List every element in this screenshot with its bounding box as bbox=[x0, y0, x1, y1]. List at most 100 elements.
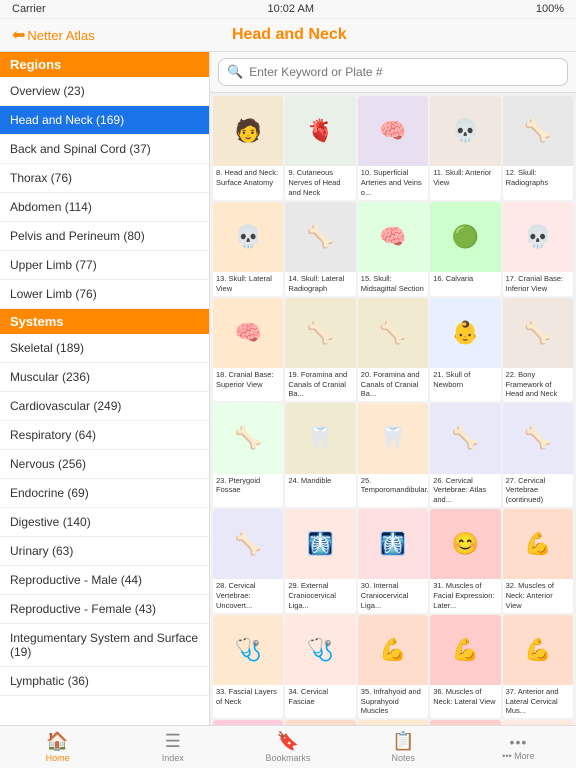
sidebar-item-skeletal[interactable]: Skeletal (189) bbox=[0, 334, 209, 363]
grid-item[interactable]: 🧠18. Cranial Base: Superior View bbox=[213, 298, 283, 402]
regions-header: Regions bbox=[0, 52, 209, 77]
grid-item[interactable]: 💀17. Cranial Base: Inferior View bbox=[503, 202, 573, 296]
grid-item[interactable]: 💪35. Infrahyoid and Suprahyoid Muscles bbox=[358, 615, 428, 719]
grid-item[interactable]: 👶21. Skull of Newborn bbox=[430, 298, 500, 402]
grid-item[interactable]: 🩺33. Fascial Layers of Neck bbox=[213, 615, 283, 719]
sidebar-item-repro-female[interactable]: Reproductive - Female (43) bbox=[0, 595, 209, 624]
tab-bookmarks[interactable]: 🔖 Bookmarks bbox=[230, 728, 345, 766]
grid-item[interactable]: 🦴14. Skull: Lateral Radiograph bbox=[285, 202, 355, 296]
grid-item[interactable]: 💪37. Anterior and Lateral Cervical Mus..… bbox=[503, 615, 573, 719]
sidebar-item-cardiovascular[interactable]: Cardiovascular (249) bbox=[0, 392, 209, 421]
time: 10:02 AM bbox=[268, 3, 314, 15]
plate-thumbnail: 💀 bbox=[503, 202, 573, 272]
plate-thumbnail: 🧠 bbox=[358, 96, 428, 166]
grid-item[interactable]: 🩻29. External Craniocervical Liga... bbox=[285, 509, 355, 613]
plate-label: 29. External Craniocervical Liga... bbox=[285, 579, 355, 612]
sidebar-item-nervous[interactable]: Nervous (256) bbox=[0, 450, 209, 479]
sidebar-item-urinary[interactable]: Urinary (63) bbox=[0, 537, 209, 566]
plate-thumbnail: 💀 bbox=[430, 96, 500, 166]
plate-thumbnail: 🫀 bbox=[285, 96, 355, 166]
grid-item[interactable]: 🦷25. Temporomandibular... bbox=[358, 403, 428, 507]
sidebar-item-integumentary[interactable]: Integumentary System and Surface (19) bbox=[0, 624, 209, 667]
grid-item[interactable]: 🦴20. Foramina and Canals of Cranial Ba..… bbox=[358, 298, 428, 402]
plate-thumbnail: 👶 bbox=[430, 298, 500, 368]
sidebar-item-lower-limb[interactable]: Lower Limb (76) bbox=[0, 280, 209, 309]
tab-home[interactable]: 🏠 Home bbox=[0, 728, 115, 766]
plate-thumbnail: 🩺 bbox=[285, 615, 355, 685]
plate-label: 13. Skull: Lateral View bbox=[213, 272, 283, 296]
plate-label: 35. Infrahyoid and Suprahyoid Muscles bbox=[358, 685, 428, 718]
sidebar-item-muscular[interactable]: Muscular (236) bbox=[0, 363, 209, 392]
grid-item[interactable]: 🩺34. Cervical Fasciae bbox=[285, 615, 355, 719]
grid-item[interactable]: 🦴26. Cervical Vertebrae: Atlas and... bbox=[430, 403, 500, 507]
plate-thumbnail: 🧠 bbox=[213, 298, 283, 368]
plate-label: 25. Temporomandibular... bbox=[358, 474, 428, 498]
plate-thumbnail: 😊 bbox=[430, 509, 500, 579]
grid-item[interactable]: 🦴22. Bony Framework of Head and Neck bbox=[503, 298, 573, 402]
sidebar-item-overview[interactable]: Overview (23) bbox=[0, 77, 209, 106]
plate-thumbnail: 🦷 bbox=[358, 403, 428, 473]
plate-thumbnail: 🩻 bbox=[285, 509, 355, 579]
sidebar-item-digestive[interactable]: Digestive (140) bbox=[0, 508, 209, 537]
grid-item[interactable]: 🧑8. Head and Neck: Surface Anatomy bbox=[213, 96, 283, 200]
sidebar-item-head-neck[interactable]: Head and Neck (169) bbox=[0, 106, 209, 135]
sidebar-item-upper-limb[interactable]: Upper Limb (77) bbox=[0, 251, 209, 280]
sidebar-item-lymphatic[interactable]: Lymphatic (36) bbox=[0, 667, 209, 696]
main-content: Regions Overview (23) Head and Neck (169… bbox=[0, 52, 576, 725]
grid-item[interactable]: 🦴28. Cervical Vertebrae: Uncovert... bbox=[213, 509, 283, 613]
plate-thumbnail: 🩻 bbox=[358, 509, 428, 579]
tab-home-label: Home bbox=[46, 753, 70, 763]
grid-item[interactable]: 🦴19. Foramina and Canals of Cranial Ba..… bbox=[285, 298, 355, 402]
tab-bookmarks-label: Bookmarks bbox=[266, 753, 311, 763]
grid-item[interactable]: 🟢16. Calvaria bbox=[430, 202, 500, 296]
right-panel: 🔍 🧑8. Head and Neck: Surface Anatomy🫀9. … bbox=[210, 52, 576, 725]
grid-item[interactable]: 🦴27. Cervical Vertebrae (continued) bbox=[503, 403, 573, 507]
search-input[interactable] bbox=[249, 65, 559, 79]
plate-thumbnail: 🦴 bbox=[358, 298, 428, 368]
grid-item[interactable]: 🦴23. Pterygoid Fossae bbox=[213, 403, 283, 507]
tab-notes[interactable]: 📋 Notes bbox=[346, 728, 461, 766]
plate-thumbnail: 🧠 bbox=[358, 202, 428, 272]
tab-index[interactable]: ☰ Index bbox=[115, 728, 230, 766]
sidebar-item-endocrine[interactable]: Endocrine (69) bbox=[0, 479, 209, 508]
plate-label: 10. Superficial Arteries and Veins o... bbox=[358, 166, 428, 199]
grid-item[interactable]: 💀11. Skull: Anterior View bbox=[430, 96, 500, 200]
back-arrow-icon: ⬅ bbox=[12, 25, 25, 45]
plate-label: 24. Mandible bbox=[285, 474, 355, 496]
sidebar-item-thorax[interactable]: Thorax (76) bbox=[0, 164, 209, 193]
home-icon: 🏠 bbox=[46, 731, 68, 752]
back-button[interactable]: ⬅ Netter Atlas bbox=[12, 25, 95, 45]
plate-label: 31. Muscles of Facial Expression: Later.… bbox=[430, 579, 500, 612]
sidebar-item-repro-male[interactable]: Reproductive - Male (44) bbox=[0, 566, 209, 595]
grid-item[interactable]: 🧠10. Superficial Arteries and Veins o... bbox=[358, 96, 428, 200]
grid-item[interactable]: 💪32. Muscles of Neck: Anterior View bbox=[503, 509, 573, 613]
plate-thumbnail: 🦴 bbox=[285, 202, 355, 272]
sidebar-item-back-spinal[interactable]: Back and Spinal Cord (37) bbox=[0, 135, 209, 164]
tab-more[interactable]: ••• ••• More bbox=[461, 728, 576, 766]
search-icon: 🔍 bbox=[227, 64, 243, 80]
grid-item[interactable]: 🦴12. Skull: Radiographs bbox=[503, 96, 573, 200]
grid-item[interactable]: 😊31. Muscles of Facial Expression: Later… bbox=[430, 509, 500, 613]
plate-thumbnail: 💀 bbox=[213, 202, 283, 272]
battery: 100% bbox=[536, 3, 564, 15]
grid-item[interactable]: 💪36. Muscles of Neck: Lateral View bbox=[430, 615, 500, 719]
plate-label: 8. Head and Neck: Surface Anatomy bbox=[213, 166, 283, 190]
plate-label: 17. Cranial Base: Inferior View bbox=[503, 272, 573, 296]
plate-label: 37. Anterior and Lateral Cervical Mus... bbox=[503, 685, 573, 718]
grid-item[interactable]: 🧠15. Skull: Midsagittal Section bbox=[358, 202, 428, 296]
tab-bar: 🏠 Home ☰ Index 🔖 Bookmarks 📋 Notes ••• •… bbox=[0, 725, 576, 768]
plate-thumbnail: 🦷 bbox=[285, 403, 355, 473]
more-icon: ••• bbox=[510, 734, 528, 750]
sidebar-item-pelvis[interactable]: Pelvis and Perineum (80) bbox=[0, 222, 209, 251]
plate-label: 20. Foramina and Canals of Cranial Ba... bbox=[358, 368, 428, 401]
grid-item[interactable]: 🦷24. Mandible bbox=[285, 403, 355, 507]
tab-more-label: ••• More bbox=[502, 751, 534, 761]
grid-item[interactable]: 🩻30. Internal Craniocervical Liga... bbox=[358, 509, 428, 613]
grid-item[interactable]: 🫀9. Cutaneous Nerves of Head and Neck bbox=[285, 96, 355, 200]
sidebar-item-abdomen[interactable]: Abdomen (114) bbox=[0, 193, 209, 222]
grid-item[interactable]: 💀13. Skull: Lateral View bbox=[213, 202, 283, 296]
plate-label: 11. Skull: Anterior View bbox=[430, 166, 500, 190]
plate-label: 9. Cutaneous Nerves of Head and Neck bbox=[285, 166, 355, 199]
sidebar-item-respiratory[interactable]: Respiratory (64) bbox=[0, 421, 209, 450]
plate-thumbnail: 🦴 bbox=[285, 298, 355, 368]
